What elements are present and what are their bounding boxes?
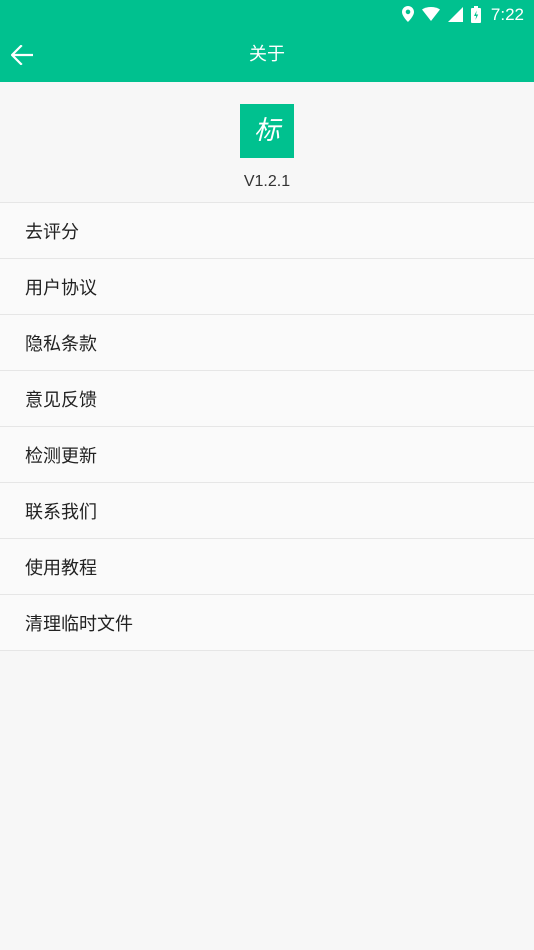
location-icon: [401, 6, 414, 22]
app-bar: 关于: [0, 28, 534, 82]
logo-glyph: 标: [253, 116, 280, 146]
status-bar: 7:22: [0, 0, 534, 28]
menu-item-contact-us[interactable]: 联系我们: [0, 483, 534, 539]
menu-item-tutorial[interactable]: 使用教程: [0, 539, 534, 595]
status-time: 7:22: [490, 4, 524, 24]
menu-item-rate[interactable]: 去评分: [0, 203, 534, 259]
signal-icon: [447, 6, 463, 22]
status-icons: 7:22: [401, 4, 524, 24]
version-label: V1.2.1: [243, 173, 291, 190]
battery-icon: [470, 5, 481, 23]
app-logo: 标: [240, 104, 294, 158]
about-header: 标 V1.2.1: [0, 82, 534, 203]
menu-item-user-agreement[interactable]: 用户协议: [0, 259, 534, 315]
menu-item-clear-temp-files[interactable]: 清理临时文件: [0, 595, 534, 651]
menu-item-privacy-policy[interactable]: 隐私条款: [0, 315, 534, 371]
page-title: 关于: [249, 44, 285, 65]
about-menu: 去评分 用户协议 隐私条款 意见反馈 检测更新 联系我们 使用教程 清理临时文件: [0, 203, 534, 651]
menu-item-feedback[interactable]: 意见反馈: [0, 371, 534, 427]
wifi-icon: [421, 7, 440, 21]
menu-item-check-update[interactable]: 检测更新: [0, 427, 534, 483]
